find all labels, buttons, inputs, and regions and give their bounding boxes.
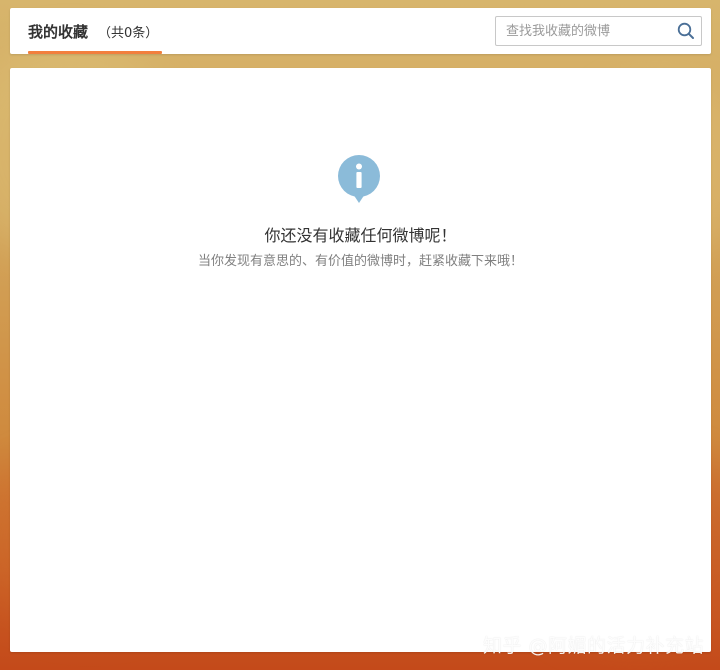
search-box [495,16,702,46]
tab-my-favorites[interactable]: 我的收藏 （共0条） [28,8,158,54]
empty-state-subtitle: 当你发现有意思的、有价值的微博时，赶紧收藏下来哦！ [197,254,523,269]
watermark: 知乎 @阿媚的活力补充站 [482,635,704,657]
favorites-count: （共0条） [98,25,159,41]
tab-title: 我的收藏 [28,22,89,41]
search-input[interactable] [506,17,666,45]
info-icon [338,155,380,203]
favorites-content-panel: 你还没有收藏任何微博呢！ 当你发现有意思的、有价值的微博时，赶紧收藏下来哦！ [10,68,711,652]
favorites-header-bar: 我的收藏 （共0条） [10,8,711,54]
empty-state-title: 你还没有收藏任何微博呢！ [264,226,457,245]
search-icon[interactable] [677,22,695,40]
active-tab-indicator [28,51,162,54]
